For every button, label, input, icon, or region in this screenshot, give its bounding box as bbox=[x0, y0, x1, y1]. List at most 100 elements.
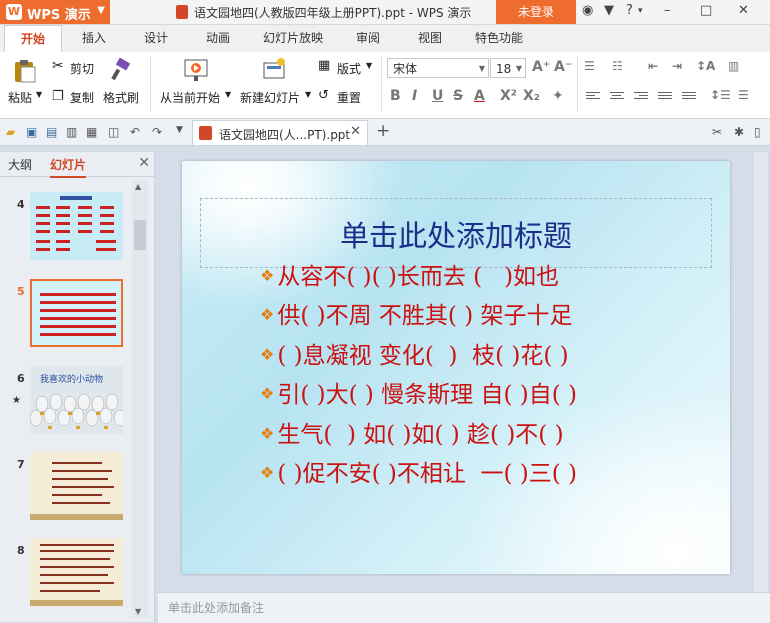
line-spacing-icon[interactable]: ↕☰ bbox=[710, 88, 731, 102]
preview-icon[interactable]: ◫ bbox=[108, 125, 121, 139]
skin-icon[interactable]: ◉ bbox=[582, 3, 593, 18]
font-size-select[interactable]: 18 ▼ bbox=[490, 58, 526, 78]
cut-button[interactable]: 剪切 bbox=[70, 60, 94, 77]
copy-button[interactable]: 复制 bbox=[70, 89, 94, 106]
reset-button[interactable]: 重置 bbox=[337, 89, 361, 106]
subscript-icon[interactable]: X₂ bbox=[523, 88, 540, 104]
bullet-list-icon[interactable]: ☰ bbox=[584, 59, 595, 73]
bullet-line[interactable]: ❖( )促不安( )不相让 一( )三( ) bbox=[260, 454, 577, 488]
play-from-current-icon[interactable] bbox=[183, 58, 209, 84]
distributed-icon[interactable] bbox=[682, 92, 696, 103]
help-icon[interactable]: ? bbox=[626, 3, 633, 18]
animation-star-icon: ★ bbox=[12, 395, 21, 406]
help-dropdown-icon[interactable]: ▾ bbox=[638, 6, 643, 16]
italic-icon[interactable]: I bbox=[412, 88, 417, 104]
shirt-icon[interactable]: ▼ bbox=[604, 3, 614, 18]
format-painter-icon[interactable] bbox=[109, 58, 133, 82]
minimize-icon[interactable]: – bbox=[664, 3, 671, 18]
tab-insert[interactable]: 插入 bbox=[70, 25, 118, 52]
slides-scrollbar[interactable]: ▲ ▼ bbox=[132, 180, 148, 618]
bullet-line[interactable]: ❖ 供( )不周 不胜其( ) 架子十足 bbox=[260, 296, 572, 330]
tab-animation[interactable]: 动画 bbox=[194, 25, 242, 52]
chevron-down-icon[interactable]: ▼ bbox=[366, 61, 372, 70]
font-color-icon[interactable]: A bbox=[474, 88, 485, 104]
new-slide-button[interactable]: 新建幻灯片 bbox=[240, 89, 300, 106]
tab-design[interactable]: 设计 bbox=[132, 25, 180, 52]
align-center-icon[interactable] bbox=[610, 92, 624, 103]
bold-icon[interactable]: B bbox=[390, 88, 401, 104]
tab-slides[interactable]: 幻灯片 bbox=[50, 156, 87, 178]
settings-icon[interactable]: ✱ bbox=[734, 125, 747, 139]
chevron-down-icon[interactable]: ▼ bbox=[305, 90, 311, 99]
bullet-line[interactable]: ❖ 生气( ) 如( )如( ) 趁( )不( ) bbox=[260, 415, 564, 449]
login-button[interactable]: 未登录 bbox=[496, 0, 576, 24]
strikethrough-icon[interactable]: S bbox=[453, 88, 463, 104]
chevron-down-icon[interactable]: ▼ bbox=[225, 90, 231, 99]
copy-icon[interactable]: ❐ bbox=[52, 89, 64, 104]
play-from-current-button[interactable]: 从当前开始 bbox=[160, 89, 220, 106]
align-right-icon[interactable] bbox=[634, 92, 648, 103]
slide-canvas[interactable]: 单击此处添加标题 ❖ 从容不( )( )长而去 ( )如也 ❖ 供( )不周 不胜其… bbox=[182, 161, 730, 574]
undo-icon[interactable]: ↶ bbox=[130, 125, 143, 139]
slide-title[interactable]: 单击此处添加标题 bbox=[182, 213, 730, 255]
editor-scrollbar[interactable] bbox=[754, 152, 768, 592]
export-icon[interactable]: ▤ bbox=[46, 125, 59, 139]
paste-dropdown-icon[interactable]: ▼ bbox=[36, 90, 42, 99]
app-menu-button[interactable]: W WPS 演示 ▼ bbox=[0, 0, 110, 24]
close-tab-icon[interactable]: ✕ bbox=[350, 124, 361, 139]
columns-icon[interactable]: ▥ bbox=[728, 59, 739, 73]
redo-icon[interactable]: ↷ bbox=[152, 125, 165, 139]
slide-thumbnail-4[interactable] bbox=[30, 192, 123, 260]
align-left-icon[interactable] bbox=[586, 92, 600, 103]
customize-dropdown-icon[interactable]: ▼ bbox=[176, 125, 189, 138]
notes-pane[interactable]: 单击此处添加备注 bbox=[158, 592, 770, 623]
scroll-up-icon[interactable]: ▲ bbox=[135, 182, 141, 191]
bullet-line[interactable]: ❖ 引( )大( ) 慢条斯理 自( )自( ) bbox=[260, 375, 577, 409]
increase-indent-icon[interactable]: ⇥ bbox=[672, 59, 682, 73]
slide-thumbnail-6[interactable]: 我喜欢的小动物 bbox=[30, 366, 123, 434]
new-slide-icon[interactable] bbox=[261, 58, 287, 84]
print-icon[interactable]: ▥ bbox=[66, 125, 79, 139]
scissors-icon[interactable]: ✂ bbox=[52, 58, 64, 74]
paste-icon[interactable] bbox=[12, 58, 38, 84]
new-tab-icon[interactable]: + bbox=[376, 121, 390, 141]
tools-icon[interactable]: ✂ bbox=[712, 125, 725, 139]
save-icon[interactable]: ▣ bbox=[26, 125, 39, 139]
font-grow-icon[interactable]: A⁺ bbox=[532, 59, 550, 75]
underline-icon[interactable]: U bbox=[432, 88, 443, 104]
slide-thumbnail-7[interactable] bbox=[30, 452, 123, 520]
bullet-line[interactable]: ❖ 从容不( )( )长而去 ( )如也 bbox=[260, 257, 559, 291]
text-effect-icon[interactable]: ✦ bbox=[552, 88, 564, 104]
layout-icon[interactable]: ▦ bbox=[318, 58, 330, 73]
document-tab[interactable]: 语文园地四(人...PT).ppt ✕ bbox=[192, 120, 368, 145]
panel-toggle-icon[interactable]: ▯ bbox=[754, 125, 767, 139]
font-shrink-icon[interactable]: A⁻ bbox=[554, 59, 572, 75]
close-icon[interactable]: ✕ bbox=[738, 3, 749, 18]
tab-slideshow[interactable]: 幻灯片放映 bbox=[256, 25, 330, 52]
tab-home[interactable]: 开始 bbox=[4, 25, 62, 53]
superscript-icon[interactable]: X² bbox=[500, 88, 517, 104]
layout-button[interactable]: 版式 bbox=[337, 60, 361, 77]
slide-thumbnail-5[interactable] bbox=[30, 279, 123, 347]
scroll-down-icon[interactable]: ▼ bbox=[135, 607, 141, 616]
tab-special[interactable]: 特色功能 bbox=[466, 25, 532, 52]
font-name-select[interactable]: 宋体 ▼ bbox=[387, 58, 489, 78]
format-painter-button[interactable]: 格式刷 bbox=[103, 89, 139, 106]
paste-button[interactable]: 粘贴 bbox=[8, 89, 32, 106]
maximize-icon[interactable]: □ bbox=[700, 3, 712, 18]
decrease-indent-icon[interactable]: ⇤ bbox=[648, 59, 658, 73]
tab-view[interactable]: 视图 bbox=[406, 25, 454, 52]
tab-review[interactable]: 审阅 bbox=[344, 25, 392, 52]
close-panel-icon[interactable]: ✕ bbox=[138, 155, 150, 171]
open-folder-icon[interactable]: ▰ bbox=[6, 125, 19, 139]
reset-icon[interactable]: ↺ bbox=[318, 88, 329, 103]
justify-icon[interactable] bbox=[658, 92, 672, 103]
numbered-list-icon[interactable]: ☷ bbox=[612, 59, 623, 73]
bullet-line[interactable]: ❖( )息凝视 变化( ) 枝( )花( ) bbox=[260, 336, 569, 370]
scroll-thumb[interactable] bbox=[134, 220, 146, 250]
text-direction-icon[interactable]: ↕A bbox=[696, 59, 715, 73]
tab-outline[interactable]: 大纲 bbox=[8, 156, 32, 173]
paragraph-icon[interactable]: ☰ bbox=[738, 88, 749, 102]
slide-thumbnail-8[interactable] bbox=[30, 538, 123, 606]
print-preview-icon[interactable]: ▦ bbox=[86, 125, 99, 139]
